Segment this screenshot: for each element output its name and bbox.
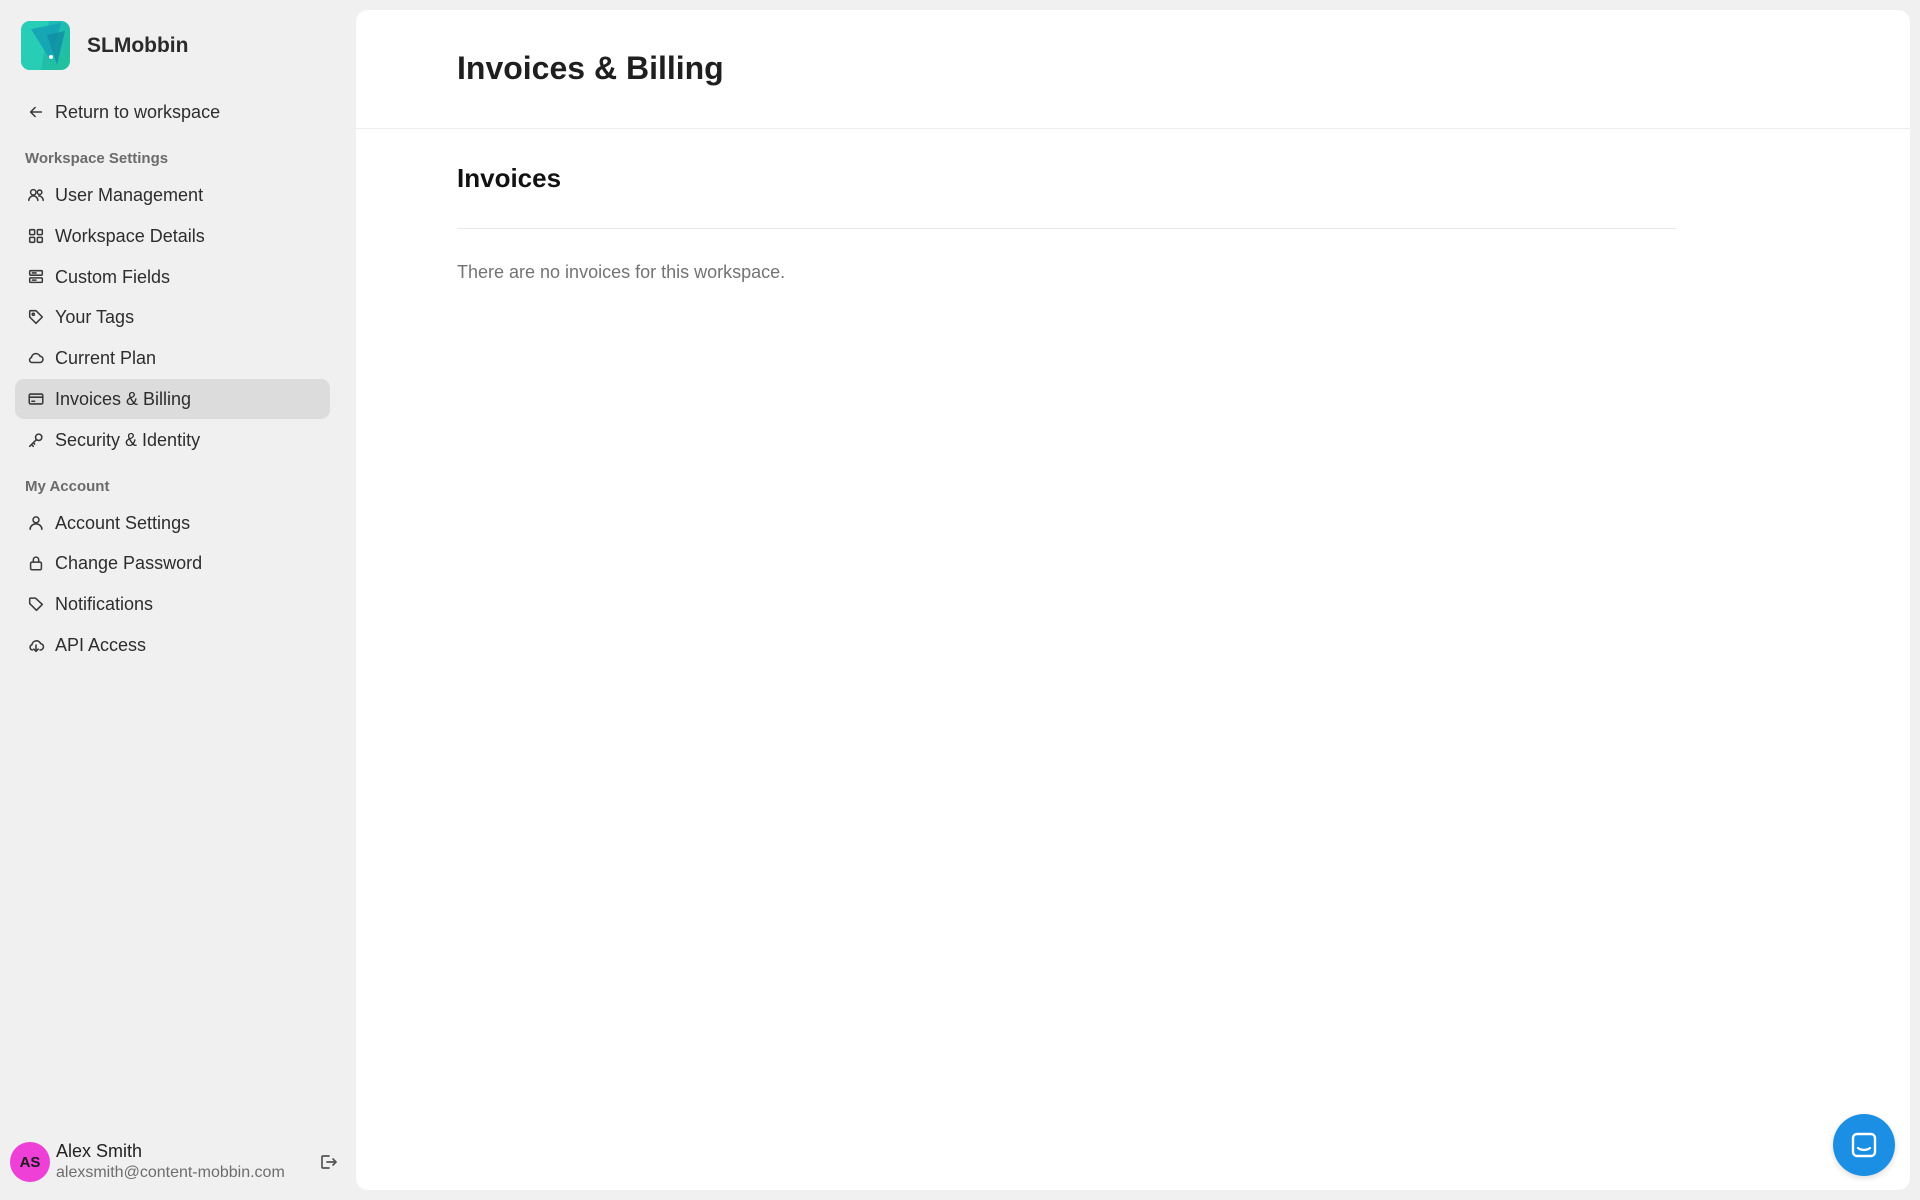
return-to-workspace-link[interactable]: Return to workspace	[15, 92, 330, 132]
grid-icon	[26, 226, 46, 246]
avatar: AS	[10, 1142, 50, 1182]
main-panel: Invoices & Billing Invoices There are no…	[356, 10, 1910, 1190]
sidebar-item-notifications[interactable]: Notifications	[15, 584, 330, 624]
sidebar: SLMobbin Return to workspace Workspace S…	[0, 0, 355, 1200]
page-header: Invoices & Billing	[356, 10, 1910, 129]
sidebar-item-label: Invoices & Billing	[55, 388, 192, 409]
sidebar-item-label: Notifications	[55, 593, 154, 614]
page-title: Invoices & Billing	[457, 50, 724, 86]
return-label: Return to workspace	[55, 101, 221, 122]
sidebar-item-user-management[interactable]: User Management	[15, 175, 330, 215]
fields-icon	[26, 267, 46, 287]
sidebar-item-label: User Management	[55, 184, 204, 205]
sidebar-item-custom-fields[interactable]: Custom Fields	[15, 257, 330, 297]
sidebar-item-label: Security & Identity	[55, 429, 201, 450]
sidebar-item-change-password[interactable]: Change Password	[15, 543, 330, 583]
user-icon	[26, 513, 46, 533]
cloud-download-icon	[26, 635, 46, 655]
user-text: Alex Smith alexsmith@content-mobbin.com	[56, 1140, 285, 1184]
notification-tag-icon	[26, 594, 46, 614]
sidebar-item-label: Your Tags	[55, 306, 135, 327]
sidebar-item-label: Account Settings	[55, 512, 191, 533]
key-icon	[26, 430, 46, 450]
invoices-section-title: Invoices	[457, 163, 562, 193]
sidebar-item-account-settings[interactable]: Account Settings	[15, 503, 330, 543]
logout-icon	[318, 1152, 338, 1172]
chat-icon	[1849, 1130, 1879, 1160]
arrow-left-icon	[26, 102, 46, 122]
brand-name: SLMobbin	[87, 33, 189, 57]
lock-icon	[26, 553, 46, 573]
user-email: alexsmith@content-mobbin.com	[56, 1164, 285, 1181]
sidebar-item-label: Change Password	[55, 552, 203, 573]
users-icon	[26, 185, 46, 205]
cloud-icon	[26, 348, 46, 368]
brand[interactable]: SLMobbin	[21, 21, 188, 70]
sidebar-item-label: Workspace Details	[55, 225, 205, 246]
support-chat-button[interactable]	[1833, 1114, 1895, 1176]
sidebar-item-invoices-billing[interactable]: Invoices & Billing	[15, 379, 330, 419]
tag-icon	[26, 307, 46, 327]
sidebar-item-label: API Access	[55, 634, 147, 655]
empty-invoices-message: There are no invoices for this workspace…	[457, 262, 786, 282]
sidebar-item-label: Current Plan	[55, 347, 157, 368]
app-root: SLMobbin Return to workspace Workspace S…	[0, 0, 1920, 1200]
sidebar-item-current-plan[interactable]: Current Plan	[15, 338, 330, 378]
brand-logo	[21, 21, 70, 70]
my-account-label: My Account	[25, 478, 110, 495]
section-divider	[457, 228, 1676, 229]
sidebar-item-security-identity[interactable]: Security & Identity	[15, 420, 330, 460]
sidebar-item-label: Custom Fields	[55, 266, 171, 287]
user-name: Alex Smith	[56, 1141, 143, 1161]
credit-card-icon	[26, 389, 46, 409]
workspace-settings-label: Workspace Settings	[25, 150, 169, 167]
sidebar-item-api-access[interactable]: API Access	[15, 625, 330, 665]
user-profile[interactable]: AS Alex Smith alexsmith@content-mobbin.c…	[10, 1140, 340, 1184]
sidebar-item-your-tags[interactable]: Your Tags	[15, 297, 330, 337]
logout-button[interactable]	[316, 1150, 340, 1174]
sidebar-item-workspace-details[interactable]: Workspace Details	[15, 216, 330, 256]
